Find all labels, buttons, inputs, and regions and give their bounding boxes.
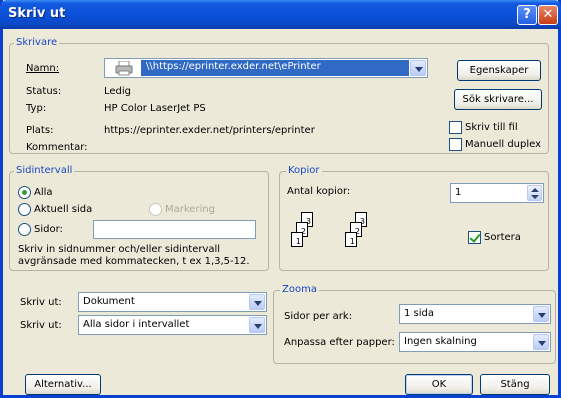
printer-name-dropdown-arrow[interactable] [410,60,426,76]
radio-pages[interactable] [18,223,31,236]
zoom-group [273,290,556,364]
printer-name-value: \\https://eprinter.exder.net\ePrinter [146,61,321,72]
copies-count-value: 1 [455,187,462,198]
close-button[interactable]: ✕ [538,5,558,25]
ok-button[interactable]: OK [405,374,473,395]
copies-count-label: Antal kopior: [287,186,351,197]
print-pages-label: Skriv ut: [20,320,62,331]
radio-all-label[interactable]: Alla [34,187,53,198]
print-what-dropdown-arrow[interactable] [249,294,265,310]
page-range-hint-line1: Skriv in sidnummer och/eller sidinterval… [18,244,221,255]
manual-duplex-checkbox[interactable] [449,138,462,151]
status-value: Ledig [104,86,132,97]
status-label: Status: [26,86,62,97]
pages-per-sheet-dropdown[interactable]: 1 sida [399,304,551,324]
cancel-button[interactable]: Stäng [480,374,550,395]
location-label: Plats: [26,125,54,136]
type-value: HP Color LaserJet PS [104,103,206,114]
pages-per-sheet-dropdown-arrow[interactable] [533,306,549,322]
print-pages-dropdown-arrow[interactable] [249,317,265,333]
pages-per-sheet-label: Sidor per ark: [284,311,353,322]
print-pages-value: Alla sidor i intervallet [83,319,190,330]
printer-name-label: Namn: [26,63,60,74]
type-label: Typ: [26,103,47,114]
find-printer-button[interactable]: Sök skrivare... [454,89,542,110]
print-what-dropdown[interactable]: Dokument [78,292,267,312]
copies-legend: Kopior [286,165,322,176]
copies-count-input[interactable]: 1 [450,183,544,203]
page-range-hint-line2: avgränsade med kommatecken, t ex 1,3,5-1… [18,256,250,267]
scale-dropdown[interactable]: Ingen skalning [399,332,551,352]
radio-pages-label[interactable]: Sidor: [34,224,63,235]
comment-label: Kommentar: [26,142,88,153]
page-range-legend: Sidintervall [14,165,75,176]
radio-all[interactable] [18,186,31,199]
title-bar[interactable]: Skriv ut ? ✕ [0,0,561,29]
collate-checkbox[interactable] [468,231,481,244]
pages-input[interactable] [93,220,256,239]
printer-icon [115,61,133,76]
manual-duplex-label[interactable]: Manuell duplex [465,139,541,150]
print-to-file-checkbox[interactable] [449,121,462,134]
properties-button[interactable]: Egenskaper [457,60,541,81]
collate-label[interactable]: Sortera [484,232,521,243]
help-button[interactable]: ? [517,5,537,25]
scale-value: Ingen skalning [404,336,477,347]
radio-selection-label: Markering [165,204,216,215]
copies-count-spinner[interactable] [527,185,542,201]
print-dialog: Skriv ut ? ✕ Skrivare Namn: \\https://ep… [0,0,561,398]
print-what-value: Dokument [83,296,135,307]
options-button[interactable]: Alternativ... [25,374,101,395]
pages-per-sheet-value: 1 sida [404,308,435,319]
radio-current-page[interactable] [18,203,31,216]
page-sheet: 1 [345,232,357,247]
radio-current-page-label[interactable]: Aktuell sida [34,204,92,215]
page-sheet: 1 [291,232,303,247]
print-what-label: Skriv ut: [20,297,62,308]
scale-dropdown-arrow[interactable] [533,334,549,350]
scale-label: Anpassa efter papper: [284,337,395,348]
zoom-legend: Zooma [280,284,319,295]
print-to-file-label[interactable]: Skriv till fil [465,122,518,133]
radio-selection [149,203,162,216]
print-pages-dropdown[interactable]: Alla sidor i intervallet [78,315,267,335]
window-title: Skriv ut [8,6,66,21]
location-value: https://eprinter.exder.net/printers/epri… [104,125,315,136]
printer-group-legend: Skrivare [14,37,60,48]
printer-name-dropdown[interactable]: \\https://eprinter.exder.net\ePrinter [104,58,428,78]
